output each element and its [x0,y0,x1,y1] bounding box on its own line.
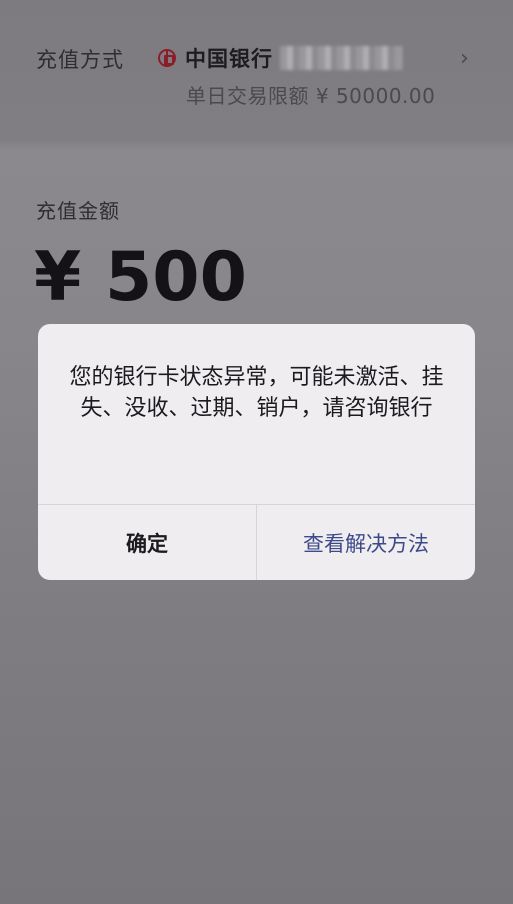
dialog-message: 您的银行卡状态异常，可能未激活、挂失、没收、过期、销户，请咨询银行 [69,365,444,421]
view-solution-button[interactable]: 查看解决方法 [257,505,475,580]
masked-card-number [280,46,402,70]
bank-of-china-icon [158,49,176,67]
recharge-amount-value: ¥ 500 [34,238,247,317]
confirm-button[interactable]: 确定 [38,505,256,580]
recharge-amount-label: 充值金额 [36,199,120,223]
bank-name: 中国银行 [185,47,273,71]
error-dialog: 您的银行卡状态异常，可能未激活、挂失、没收、过期、销户，请咨询银行 确定 查看解… [38,324,475,580]
recharge-method-row[interactable]: 充值方式 中国银行 › 单日交易限额 ¥ 50000.00 [0,0,513,135]
chevron-right-icon[interactable]: › [460,46,469,71]
recharge-method-label: 充值方式 [36,48,124,72]
daily-limit-text: 单日交易限额 ¥ 50000.00 [186,84,436,108]
recharge-screen: 充值方式 中国银行 › 单日交易限额 ¥ 50000.00 充值金额 ¥ 500… [0,0,513,904]
